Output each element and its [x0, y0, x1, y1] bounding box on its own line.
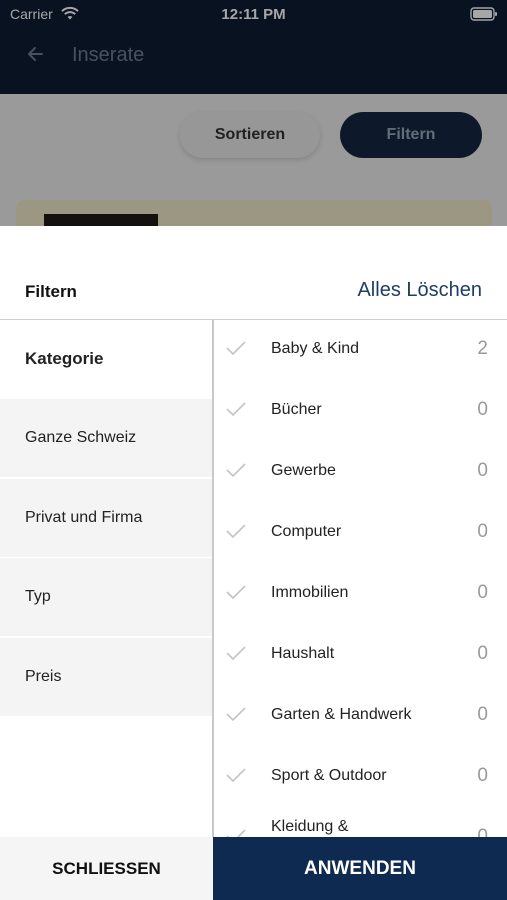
- section-item-label: Typ: [25, 588, 51, 605]
- category-row-immobilien[interactable]: Immobilien 0: [214, 564, 507, 625]
- category-count: 0: [477, 643, 488, 664]
- category-count: 0: [477, 826, 488, 837]
- check-icon: [226, 646, 246, 661]
- check-icon: [226, 707, 246, 722]
- category-row-garten-handwerk[interactable]: Garten & Handwerk 0: [214, 686, 507, 747]
- category-list: Baby & Kind 2 Bücher 0 Gewerbe 0 Compute…: [214, 320, 507, 837]
- category-row-haushalt[interactable]: Haushalt 0: [214, 625, 507, 686]
- check-icon: [226, 402, 246, 417]
- category-count: 0: [477, 399, 488, 420]
- check-icon: [226, 768, 246, 783]
- action-bar: SCHLIESSEN ANWENDEN: [0, 837, 507, 900]
- section-item-privat-und-firma[interactable]: Privat und Firma: [0, 479, 212, 557]
- section-item-label: Privat und Firma: [25, 509, 143, 526]
- category-row-gewerbe[interactable]: Gewerbe 0: [214, 442, 507, 503]
- section-item-label: Preis: [25, 668, 62, 685]
- category-count: 0: [477, 521, 488, 542]
- check-icon: [226, 463, 246, 478]
- check-icon: [226, 829, 246, 837]
- category-label: Immobilien: [271, 584, 349, 601]
- section-item-label: Kategorie: [25, 349, 104, 368]
- category-label: Kleidung &: [271, 818, 349, 835]
- category-label: Gewerbe: [271, 462, 336, 479]
- category-count: 0: [477, 704, 488, 725]
- filter-section-list: Kategorie Ganze Schweiz Privat und Firma…: [0, 320, 212, 837]
- section-item-ganze-schweiz[interactable]: Ganze Schweiz: [0, 399, 212, 477]
- category-count: 0: [477, 582, 488, 603]
- category-count: 0: [477, 765, 488, 786]
- category-label: Baby & Kind: [271, 340, 360, 357]
- category-label: Garten & Handwerk: [271, 706, 412, 723]
- category-label: Sport & Outdoor: [271, 767, 387, 784]
- apply-button[interactable]: ANWENDEN: [213, 837, 507, 900]
- category-label: Computer: [271, 523, 342, 540]
- check-icon: [226, 585, 246, 600]
- category-row-computer[interactable]: Computer 0: [214, 503, 507, 564]
- category-count: 0: [477, 460, 488, 481]
- category-row-sport-outdoor[interactable]: Sport & Outdoor 0: [214, 747, 507, 808]
- section-item-preis[interactable]: Preis: [0, 638, 212, 716]
- category-label: Haushalt: [271, 645, 335, 662]
- check-icon: [226, 524, 246, 539]
- filter-sheet: Filtern Alles Löschen Kategorie Ganze Sc…: [0, 226, 507, 900]
- section-item-kategorie[interactable]: Kategorie: [0, 320, 212, 398]
- category-row-baby-kind[interactable]: Baby & Kind 2: [214, 320, 507, 381]
- close-button[interactable]: SCHLIESSEN: [0, 837, 213, 900]
- category-label: Bücher: [271, 401, 322, 418]
- category-row-kleidung[interactable]: Kleidung & 0: [214, 808, 507, 837]
- sheet-title: Filtern: [25, 282, 77, 301]
- section-item-label: Ganze Schweiz: [25, 429, 137, 446]
- category-row-buecher[interactable]: Bücher 0: [214, 381, 507, 442]
- clear-all-button[interactable]: Alles Löschen: [357, 279, 482, 302]
- category-count: 2: [477, 338, 488, 359]
- section-item-typ[interactable]: Typ: [0, 558, 212, 636]
- check-icon: [226, 341, 246, 356]
